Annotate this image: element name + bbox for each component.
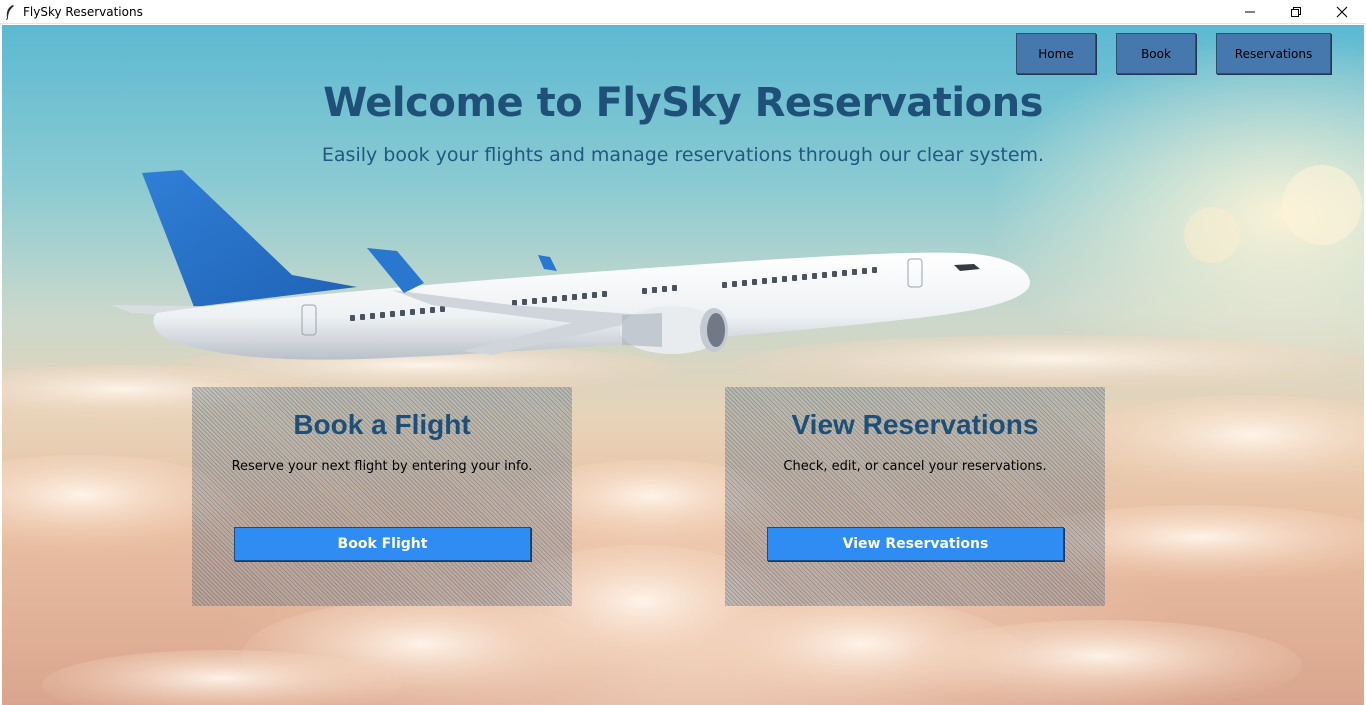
page-subtitle: Easily book your flights and manage rese… — [321, 144, 1045, 166]
window-title: FlySky Reservations — [23, 5, 143, 19]
close-button[interactable] — [1319, 0, 1365, 24]
book-flight-card-title: Book a Flight — [293, 409, 471, 440]
minimize-button[interactable] — [1227, 0, 1273, 24]
window-titlebar: FlySky Reservations — [0, 0, 1366, 24]
view-reservations-card-description: Check, edit, or cancel your reservations… — [783, 459, 1047, 474]
feather-icon — [6, 5, 14, 20]
nav-book-button[interactable]: Book — [1116, 33, 1196, 74]
nav-reservations-button[interactable]: Reservations — [1216, 33, 1331, 74]
minimize-icon — [1245, 11, 1255, 13]
app-canvas: Home Book Reservations Welcome to FlySky… — [2, 25, 1364, 705]
book-flight-card: Book a Flight Reserve your next flight b… — [192, 387, 572, 606]
nav-home-button[interactable]: Home — [1016, 33, 1096, 74]
restore-icon — [1291, 7, 1301, 17]
view-reservations-button[interactable]: View Reservations — [767, 527, 1064, 561]
close-icon — [1336, 6, 1348, 18]
restore-button[interactable] — [1273, 0, 1319, 24]
view-reservations-card: View Reservations Check, edit, or cancel… — [725, 387, 1105, 606]
view-reservations-card-title: View Reservations — [791, 409, 1039, 440]
airplane-image — [110, 170, 1031, 360]
book-flight-card-description: Reserve your next flight by entering you… — [231, 459, 533, 474]
page-title: Welcome to FlySky Reservations — [323, 80, 1043, 126]
book-flight-button[interactable]: Book Flight — [234, 527, 531, 561]
